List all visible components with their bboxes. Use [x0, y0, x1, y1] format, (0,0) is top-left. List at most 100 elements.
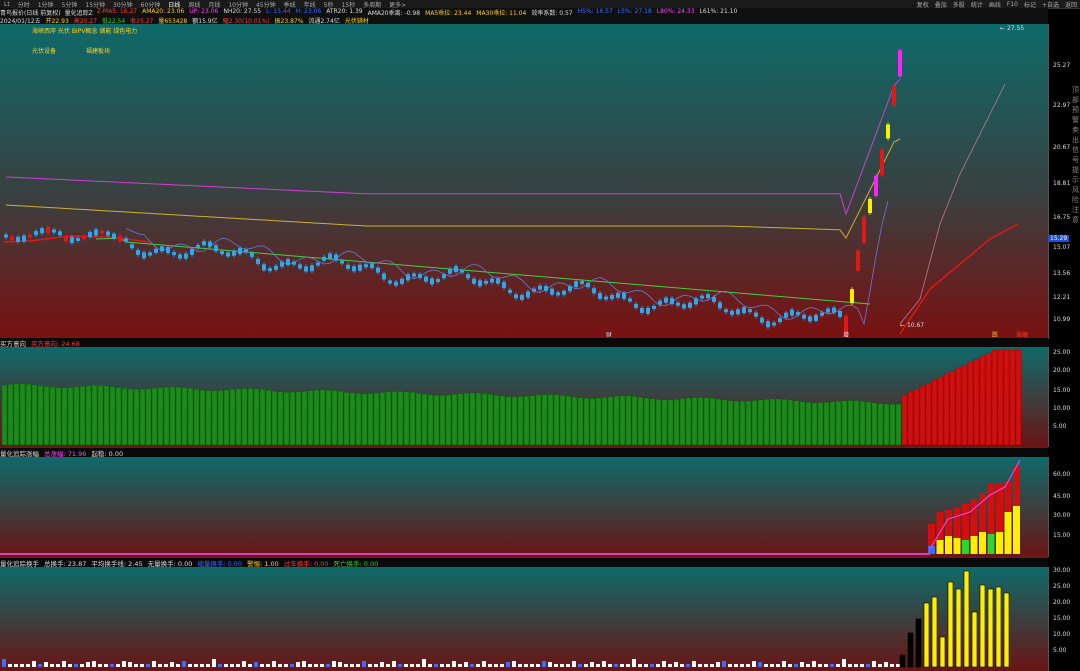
turnover-bar [698, 664, 702, 667]
turnover-bar [86, 662, 90, 667]
turnover-bar [98, 664, 102, 667]
candle-body [664, 297, 668, 303]
axis-label: 5.00 [1053, 647, 1067, 654]
candle-body [268, 268, 272, 272]
turnover-bar [170, 662, 174, 667]
candle-body [244, 249, 248, 253]
buy-intent-panel[interactable] [0, 347, 1048, 447]
turnover-bar [536, 664, 540, 667]
buy-intent-bar [397, 391, 404, 446]
turnover-bar [380, 662, 384, 667]
buy-intent-bar [151, 387, 158, 446]
turnover-bar [218, 664, 222, 667]
turnover-bar [620, 664, 624, 667]
candle-body [94, 229, 98, 236]
gain-tracking-panel[interactable] [0, 457, 1048, 557]
ohlc-value: 光伏辅材 [344, 17, 369, 25]
candle-body [106, 231, 110, 236]
candle-body [22, 235, 26, 242]
turnover-bar [710, 664, 714, 667]
turnover-bar [782, 661, 786, 667]
turnover-bar [602, 661, 606, 667]
buy-intent-bar [337, 391, 344, 446]
candle-body [502, 282, 506, 289]
turnover-bar [866, 664, 870, 667]
buy-intent-bar [373, 392, 380, 446]
buy-intent-bar [325, 389, 332, 446]
gain-bar [936, 540, 944, 554]
panel1-title[interactable]: 买方意向 [0, 338, 26, 348]
back-button[interactable]: 返回 [1062, 0, 1080, 9]
buy-intent-bar [829, 401, 836, 446]
candle-body [430, 278, 434, 285]
buy-intent-bar [1003, 349, 1010, 446]
buy-intent-bar [91, 385, 98, 446]
candle-body [184, 253, 188, 259]
turnover-bar [242, 661, 246, 667]
turnover-bar [152, 661, 156, 667]
turnover-bar [8, 664, 12, 667]
candle-body [532, 288, 536, 292]
f10-button[interactable]: F10 [1004, 1, 1021, 8]
candle-body [274, 265, 278, 270]
candle-body [436, 278, 440, 282]
candle-body [670, 298, 674, 305]
turnover-bar [194, 664, 198, 667]
buy-intent-bar [121, 388, 128, 446]
candle-body [382, 273, 386, 280]
buy-intent-bar [49, 386, 56, 446]
candle-body [622, 292, 626, 299]
candle-body [682, 304, 686, 309]
turnover-bar-high [971, 611, 978, 668]
buy-intent-bar [577, 397, 584, 446]
panel3-title[interactable]: 量化追踪换手 [0, 558, 39, 568]
indicator-value: NH20: 27.55 [223, 8, 262, 15]
buy-intent-bar [895, 403, 902, 446]
turnover-bar [770, 664, 774, 667]
buy-intent-bar [859, 400, 866, 446]
axis-label: 12.21 [1053, 294, 1071, 301]
tab-lt[interactable]: Lt [0, 1, 14, 8]
candle-body [712, 296, 716, 302]
turnover-bar [356, 664, 360, 667]
candle-body [496, 278, 500, 284]
candle-body [10, 236, 14, 241]
candle-body [406, 274, 410, 281]
buy-intent-bar [361, 393, 368, 446]
candle-body [352, 266, 356, 272]
buy-intent-bar [745, 400, 752, 446]
candle-body [82, 235, 86, 240]
buy-intent-bar [619, 395, 626, 446]
buy-intent-bar [685, 397, 692, 446]
turnover-bar [746, 664, 750, 667]
candle-body [604, 296, 608, 300]
indicator-value: L5%: 27.18 [617, 8, 652, 15]
axis-label: 45.00 [1053, 493, 1071, 500]
turnover-bar [518, 664, 522, 667]
indicator-name[interactable]: 量化追踪Z [65, 8, 93, 17]
candle-body [172, 252, 176, 256]
turnover-panel[interactable] [0, 567, 1048, 671]
candle-body [766, 321, 770, 328]
candle-body [394, 281, 398, 286]
buy-intent-bar [673, 399, 680, 446]
buy-intent-bar [733, 400, 740, 446]
panel3-axis: 30.00 25.00 20.00 15.00 10.00 5.00 [1048, 567, 1080, 671]
turnover-bar [560, 664, 564, 667]
candle-body [52, 229, 56, 233]
buy-intent-bar [349, 392, 356, 446]
turnover-bar [302, 661, 306, 667]
turnover-value: 总换手: 23.87 [44, 559, 87, 568]
buy-intent-bar [277, 391, 284, 446]
buy-intent-bar [307, 390, 314, 446]
main-kline-panel[interactable]: 海峡西岸 光伏 BIPV概念 储能 绿色电力 光伏设备 福建板块 ← 27.55… [0, 24, 1048, 339]
turnover-bar [332, 661, 336, 667]
turnover-bar [314, 664, 318, 667]
buy-intent-bar [823, 402, 830, 446]
turnover-bar [20, 664, 24, 667]
turnover-bar [272, 661, 276, 667]
buy-intent-bar [937, 376, 944, 446]
buy-intent-bar [169, 386, 176, 446]
candle-body [34, 231, 38, 236]
panel2-title[interactable]: 量化追踪涨幅 [0, 448, 39, 458]
